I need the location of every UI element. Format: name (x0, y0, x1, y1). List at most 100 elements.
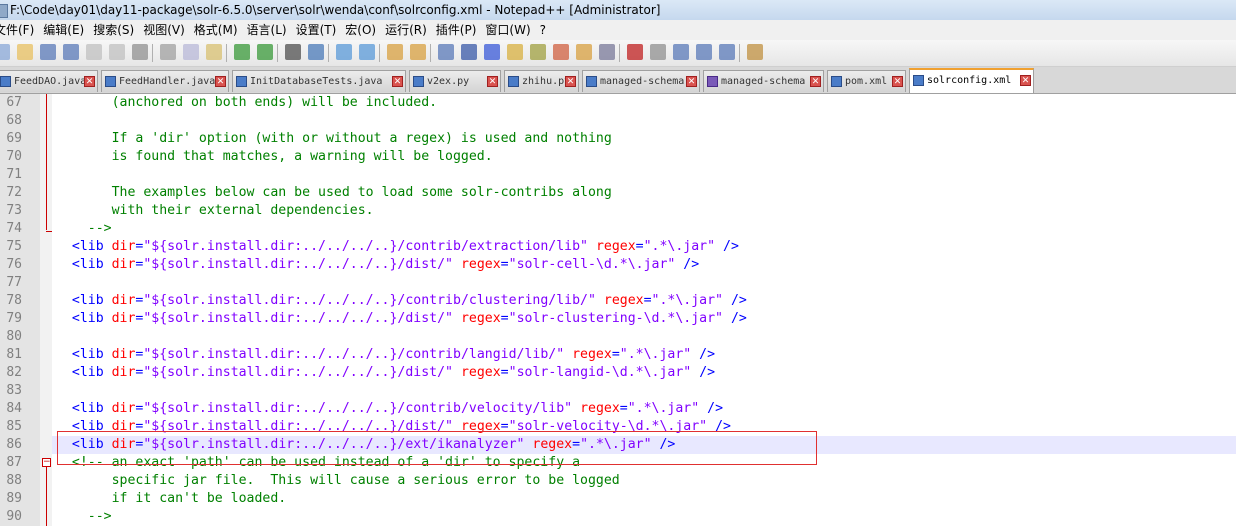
code-line[interactable]: (anchored on both ends) will be included… (56, 94, 438, 112)
menu-item-1[interactable]: 编辑(E) (39, 20, 89, 40)
play-macro-icon[interactable] (673, 44, 689, 60)
save-icon (831, 76, 842, 87)
tab-1[interactable]: FeedHandler.java ✕ (101, 70, 229, 92)
close-icon[interactable] (86, 44, 102, 60)
stop-macro-icon[interactable] (650, 44, 666, 60)
code-line[interactable]: <lib dir = "${solr.install.dir:../../../..… (56, 364, 715, 382)
code-line[interactable]: <lib dir = "${solr.install.dir:../../../..… (56, 346, 715, 364)
app-icon (0, 3, 8, 18)
save-all-icon[interactable] (63, 44, 79, 60)
function-list-icon[interactable] (553, 44, 569, 60)
toolbar-separator (152, 44, 153, 62)
zoom-out-icon[interactable] (359, 44, 375, 60)
code-line[interactable]: If a 'dir' option (with or without a reg… (56, 130, 612, 148)
replace-icon[interactable] (308, 44, 324, 60)
menu-item-3[interactable]: 视图(V) (139, 20, 190, 40)
doc-map-icon[interactable] (530, 44, 546, 60)
fold-toggle-icon[interactable]: − (42, 458, 51, 467)
code-line[interactable]: --> (56, 220, 112, 238)
menu-item-4[interactable]: 格式(M) (190, 20, 243, 40)
monitor-icon[interactable] (599, 44, 615, 60)
tab-0[interactable]: FeedDAO.java ✕ (0, 70, 98, 92)
code-token: = (500, 257, 509, 272)
code-token: "${solr.install.dir:../../../..}/dist/" (143, 311, 454, 326)
close-tab-icon[interactable]: ✕ (215, 76, 226, 87)
menu-item-7[interactable]: 宏(O) (341, 20, 381, 40)
code-token: <lib (56, 365, 112, 380)
wrap-icon[interactable] (438, 44, 454, 60)
record-macro-icon[interactable] (627, 44, 643, 60)
close-all-icon[interactable] (109, 44, 125, 60)
close-tab-icon[interactable]: ✕ (565, 76, 576, 87)
open-file-icon[interactable] (17, 44, 33, 60)
sync-h-icon[interactable] (410, 44, 426, 60)
menu-item-5[interactable]: 语言(L) (243, 20, 292, 40)
cut-icon[interactable] (160, 44, 176, 60)
menu-item-10[interactable]: 窗口(W) (481, 20, 535, 40)
menu-item-2[interactable]: 搜索(S) (89, 20, 139, 40)
tab-4[interactable]: zhihu.py ✕ (504, 70, 579, 92)
code-line[interactable]: <lib dir = "${solr.install.dir:../../../..… (56, 310, 747, 328)
code-token: = (500, 311, 509, 326)
line-number: 71 (6, 167, 22, 182)
code-line[interactable]: is found that matches, a warning will be… (56, 148, 493, 166)
tab-7[interactable]: pom.xml ✕ (827, 70, 906, 92)
new-file-icon[interactable] (0, 44, 10, 60)
close-tab-icon[interactable]: ✕ (810, 76, 821, 87)
folder-workspace-icon[interactable] (576, 44, 592, 60)
tab-6[interactable]: managed-schema ✕ (703, 70, 824, 92)
save-icon (586, 76, 597, 87)
code-line[interactable]: The examples below can be used to load s… (56, 184, 612, 202)
paste-icon[interactable] (206, 44, 222, 60)
line-number: 79 (6, 311, 22, 326)
trim-icon[interactable] (747, 44, 763, 60)
close-tab-icon[interactable]: ✕ (686, 76, 697, 87)
menu-item-11[interactable]: ? (536, 20, 551, 40)
code-token: "solr-cell-\d.*\.jar" (508, 257, 676, 272)
close-tab-icon[interactable]: ✕ (892, 76, 903, 87)
tab-label: solrconfig.xml (927, 75, 1012, 86)
menu-item-8[interactable]: 运行(R) (381, 20, 432, 40)
code-token: <lib (56, 257, 112, 272)
tab-2[interactable]: InitDatabaseTests.java ✕ (232, 70, 406, 92)
close-tab-icon[interactable]: ✕ (487, 76, 498, 87)
code-line[interactable]: if it can't be loaded. (56, 490, 287, 508)
sync-v-icon[interactable] (387, 44, 403, 60)
copy-icon[interactable] (183, 44, 199, 60)
tab-8[interactable]: solrconfig.xml ✕ (909, 68, 1034, 93)
code-line[interactable]: --> (56, 508, 112, 526)
code-line[interactable]: <lib dir = "${solr.install.dir:../../../..… (56, 292, 747, 310)
code-line[interactable]: <lib dir = "${solr.install.dir:../../../..… (56, 256, 699, 274)
menu-item-9[interactable]: 插件(P) (432, 20, 482, 40)
find-icon[interactable] (285, 44, 301, 60)
user-lang-icon[interactable] (507, 44, 523, 60)
save-icon[interactable] (40, 44, 56, 60)
tab-5[interactable]: managed-schema ✕ (582, 70, 700, 92)
menu-item-6[interactable]: 设置(T) (292, 20, 342, 40)
menu-item-0[interactable]: 文件(F) (0, 20, 39, 40)
tab-3[interactable]: v2ex.py ✕ (409, 70, 501, 92)
code-line[interactable]: with their external dependencies. (56, 202, 374, 220)
zoom-in-icon[interactable] (336, 44, 352, 60)
code-token: dir (111, 239, 136, 254)
code-token: /> (691, 347, 716, 362)
code-line[interactable]: specific jar file. This will cause a ser… (56, 472, 620, 490)
all-chars-icon[interactable] (461, 44, 477, 60)
line-number: 76 (6, 257, 22, 272)
redo-icon[interactable] (257, 44, 273, 60)
close-tab-icon[interactable]: ✕ (392, 76, 403, 87)
close-tab-icon[interactable]: ✕ (84, 76, 95, 87)
code-line[interactable]: <lib dir = "${solr.install.dir:../../../..… (56, 400, 723, 418)
print-icon[interactable] (132, 44, 148, 60)
code-token: <lib (56, 311, 112, 326)
undo-icon[interactable] (234, 44, 250, 60)
code-token: regex (572, 347, 612, 362)
run-macro-icon[interactable] (696, 44, 712, 60)
code-editor[interactable]: − 67 (anchored on both ends) will be inc… (0, 94, 1236, 526)
save-macro-icon[interactable] (719, 44, 735, 60)
close-tab-icon[interactable]: ✕ (1020, 75, 1031, 86)
indent-guide-icon[interactable] (484, 44, 500, 60)
code-token: dir (111, 401, 136, 416)
code-line[interactable]: <lib dir = "${solr.install.dir:../../../..… (56, 238, 739, 256)
